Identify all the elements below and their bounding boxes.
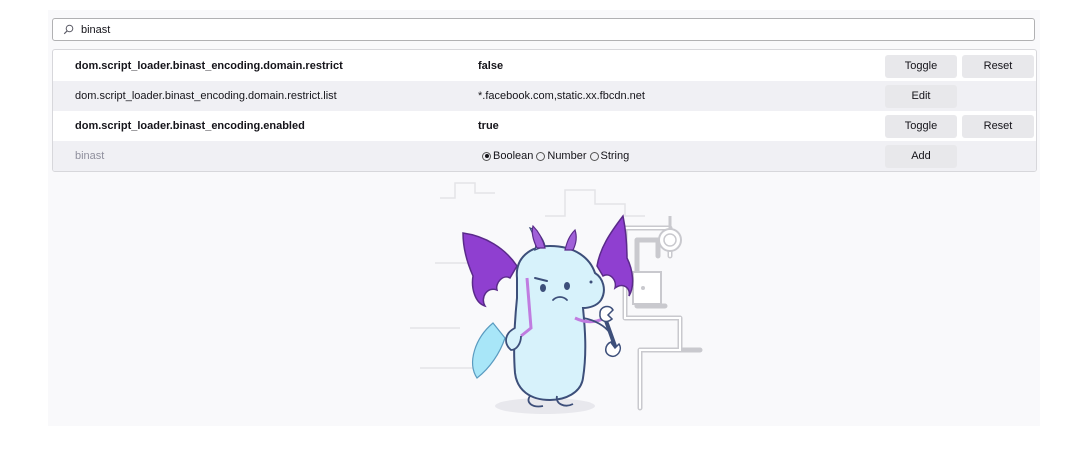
reset-button[interactable]: Reset bbox=[962, 115, 1034, 138]
pref-name: dom.script_loader.binast_encoding.enable… bbox=[75, 120, 305, 132]
pref-row-domain-restrict-list: dom.script_loader.binast_encoding.domain… bbox=[53, 81, 1036, 111]
radio-string[interactable] bbox=[589, 151, 599, 161]
search-input[interactable] bbox=[81, 23, 1034, 36]
edit-button[interactable]: Edit bbox=[885, 85, 957, 108]
pref-value: false bbox=[478, 60, 504, 72]
search-bar[interactable] bbox=[52, 18, 1035, 41]
radio-number[interactable] bbox=[536, 151, 546, 161]
pref-value: *.facebook.com,static.xx.fbcdn.net bbox=[478, 90, 645, 102]
reset-button[interactable]: Reset bbox=[962, 55, 1034, 78]
dragon-with-wrench-illustration bbox=[410, 182, 703, 414]
search-icon bbox=[61, 23, 75, 37]
type-number-option[interactable]: Number bbox=[536, 141, 587, 171]
pref-type-radio-group: Boolean Number String bbox=[482, 141, 629, 171]
radio-boolean[interactable] bbox=[482, 151, 491, 161]
new-pref-row: binast Boolean Number String Add bbox=[53, 141, 1036, 171]
type-boolean-label: Boolean bbox=[493, 150, 534, 162]
type-boolean-option[interactable]: Boolean bbox=[482, 141, 533, 171]
toggle-button[interactable]: Toggle bbox=[885, 55, 957, 78]
preferences-table: dom.script_loader.binast_encoding.domain… bbox=[52, 49, 1037, 172]
pref-name: dom.script_loader.binast_encoding.domain… bbox=[75, 90, 337, 102]
pref-name: dom.script_loader.binast_encoding.domain… bbox=[75, 60, 343, 72]
pref-value: true bbox=[478, 120, 499, 132]
pref-row-enabled: dom.script_loader.binast_encoding.enable… bbox=[53, 111, 1036, 141]
new-pref-name: binast bbox=[75, 150, 105, 162]
type-number-label: Number bbox=[547, 150, 587, 162]
type-string-option[interactable]: String bbox=[589, 141, 630, 171]
add-button[interactable]: Add bbox=[885, 145, 957, 168]
pref-row-domain-restrict: dom.script_loader.binast_encoding.domain… bbox=[53, 51, 1036, 81]
type-string-label: String bbox=[600, 150, 630, 162]
toggle-button[interactable]: Toggle bbox=[885, 115, 957, 138]
